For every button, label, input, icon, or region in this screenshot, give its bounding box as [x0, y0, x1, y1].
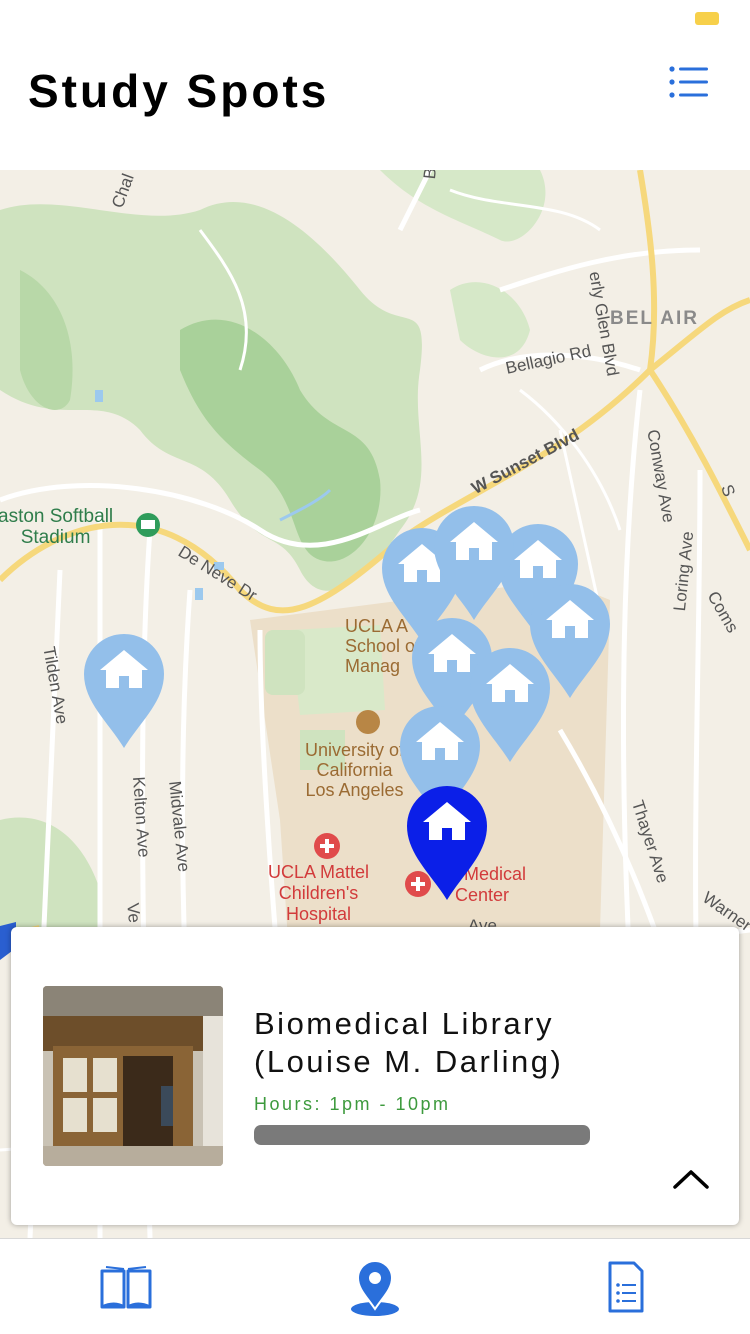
study-spot-title: Biomedical Library (Louise M. Darling) [254, 1006, 564, 1079]
stadium-label: aston Softball Stadium [0, 506, 114, 548]
list-view-button[interactable] [664, 62, 714, 102]
mattel-hospital-label: UCLA Mattel Children's Hospital [268, 862, 370, 924]
study-spot-hours: Hours: 1pm - 10pm [254, 1094, 451, 1114]
house-icon [434, 506, 514, 620]
tab-list[interactable] [596, 1257, 656, 1317]
page-title: Study Spots [28, 65, 330, 117]
tab-map[interactable] [345, 1257, 405, 1317]
house-icon [84, 634, 164, 748]
area-label: BEL AIR [610, 308, 699, 329]
battery-icon [695, 12, 719, 25]
chevron-up-icon [673, 1170, 709, 1189]
document-list-icon [608, 1261, 644, 1313]
tab-library-guide[interactable] [96, 1257, 156, 1317]
list-icon [669, 66, 708, 98]
study-spot-photo [43, 986, 223, 1166]
road-label: Ve [123, 902, 145, 924]
tab-bar [0, 1238, 750, 1334]
expand-card-button[interactable] [671, 1165, 711, 1193]
map-pin-icon [351, 1260, 399, 1316]
header: Study Spots [0, 40, 750, 170]
house-icon [407, 786, 487, 900]
book-icon [100, 1266, 152, 1309]
study-spot-card[interactable]: Biomedical Library (Louise M. Darling) H… [11, 927, 739, 1225]
university-label: University of California Los Angeles [305, 740, 405, 800]
status-bar [0, 0, 750, 40]
occupancy-bar [254, 1125, 590, 1145]
